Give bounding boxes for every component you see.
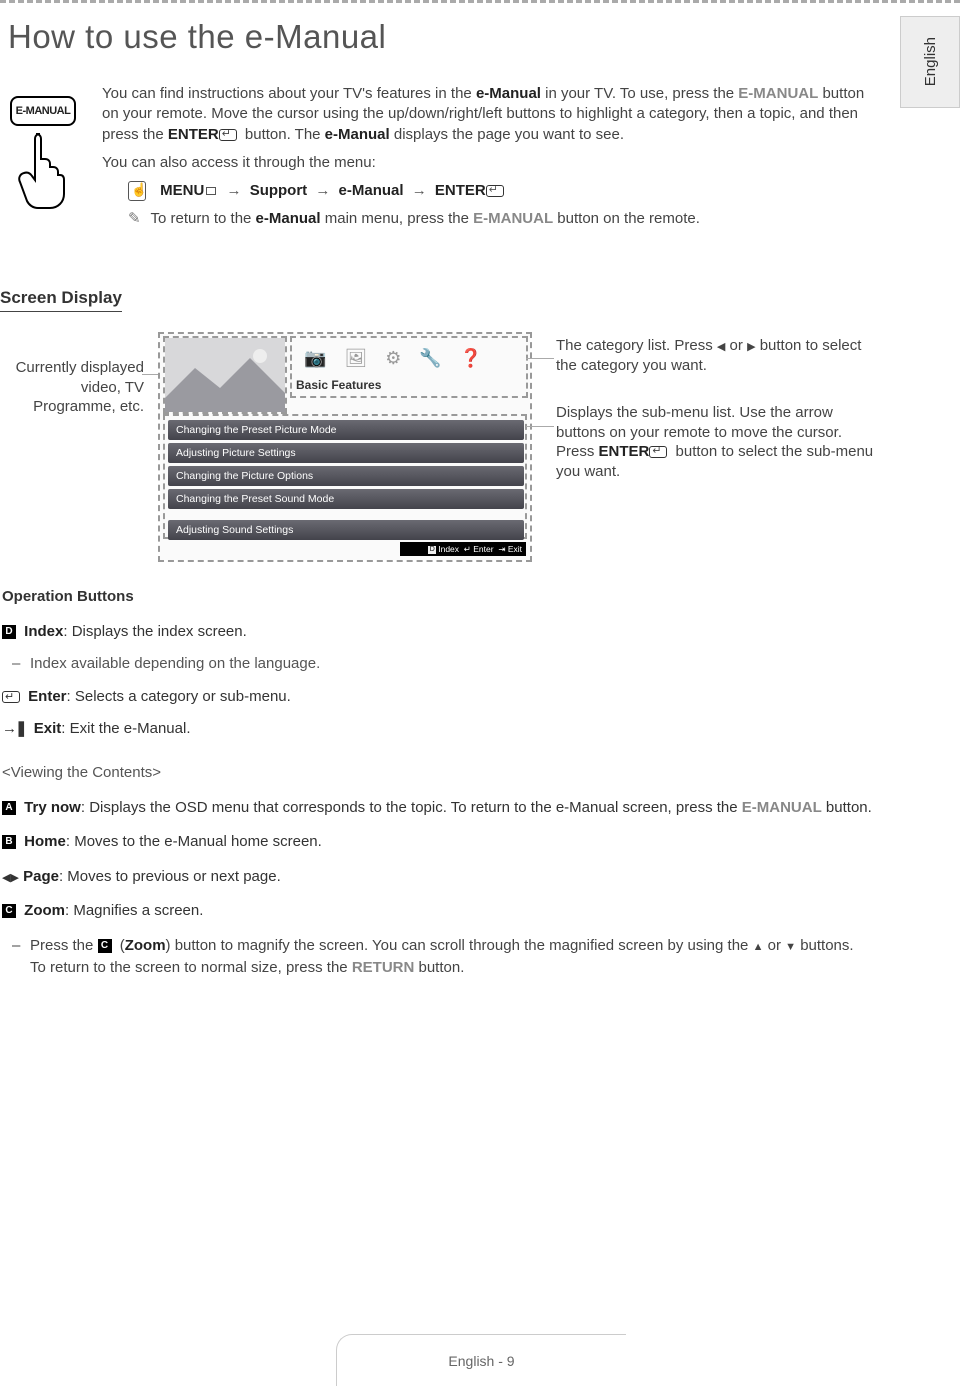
- op-index: D Index: Displays the index screen.: [2, 621, 872, 644]
- intro-text-block: You can find instructions about your TV'…: [102, 84, 874, 230]
- up-triangle-icon: ▲: [753, 941, 764, 953]
- e-manual-remote-illustration: E-MANUAL: [6, 96, 84, 226]
- e-manual-button-graphic: E-MANUAL: [10, 96, 76, 126]
- leader-line: [526, 426, 554, 427]
- submenu-item[interactable]: Adjusting Picture Settings: [168, 443, 524, 463]
- video-thumbnail-area: [165, 338, 285, 412]
- operation-buttons-section: Operation Buttons D Index: Displays the …: [2, 586, 872, 751]
- operation-buttons-heading: Operation Buttons: [2, 586, 872, 609]
- d-key-icon: D: [428, 546, 436, 554]
- return-note: ✎ To return to the e-Manual main menu, p…: [128, 209, 874, 229]
- hand-icon: [16, 130, 72, 210]
- menu-path: MENU → Support → e-Manual → ENTER: [128, 181, 874, 201]
- menu-grid-icon: [206, 187, 216, 195]
- submenu-item[interactable]: Changing the Picture Options: [168, 466, 524, 486]
- callout-category-list: The category list. Press ◀ or ▶ button t…: [556, 336, 876, 375]
- callout-right-block: The category list. Press ◀ or ▶ button t…: [556, 336, 876, 481]
- exit-key-icon: ⇥: [498, 544, 505, 554]
- vc-zoom: C Zoom: Magnifies a screen.: [2, 900, 872, 923]
- enter-icon: [649, 446, 667, 458]
- category-icon: ⚙: [385, 348, 401, 369]
- leader-line: [526, 358, 554, 359]
- category-icon: ❓: [460, 348, 482, 369]
- menu-icon: [128, 181, 146, 201]
- op-index-note: Index available depending on the languag…: [30, 653, 872, 676]
- op-enter: Enter: Selects a category or sub-menu.: [2, 686, 872, 709]
- op-exit: →❚ Exit: Exit the e-Manual.: [2, 718, 872, 741]
- a-key-icon: A: [2, 801, 16, 815]
- landscape-thumbnail-icon: [165, 338, 285, 412]
- enter-key-icon: ↵: [464, 544, 471, 554]
- page-title: How to use the e-Manual: [8, 18, 386, 56]
- language-tab-label: English: [922, 37, 939, 86]
- screen-footer-hints: DIndex ↵ Enter ⇥ Exit: [400, 542, 526, 556]
- vc-page: ◀▶ Page: Moves to previous or next page.: [2, 866, 872, 889]
- b-key-icon: B: [2, 835, 16, 849]
- language-tab: English: [900, 16, 960, 108]
- category-icons-row: 📷 🖼 ⚙ 🔧 ❓: [296, 342, 524, 374]
- vc-try-now: A Try now: Displays the OSD menu that co…: [2, 797, 872, 820]
- down-triangle-icon: ▼: [785, 941, 796, 953]
- exit-icon: →❚: [2, 720, 26, 737]
- right-triangle-icon: ▶: [747, 341, 755, 353]
- enter-icon: [2, 691, 20, 703]
- e-manual-button-label: E-MANUAL: [16, 105, 71, 117]
- section-screen-display: Screen Display: [0, 288, 122, 312]
- vc-zoom-detail: Press the C (Zoom) button to magnify the…: [30, 935, 872, 980]
- c-key-icon: C: [2, 904, 16, 918]
- note-icon: ✎: [128, 210, 141, 227]
- access-line: You can also access it through the menu:: [102, 153, 874, 173]
- viewing-contents-heading: <Viewing the Contents>: [2, 762, 872, 785]
- category-icon: 🖼: [344, 348, 367, 369]
- page-footer: English - 9: [336, 1334, 626, 1386]
- screen-display-figure: Currently displayed video, TV Programme,…: [0, 330, 880, 562]
- category-icon: 🔧: [419, 348, 441, 369]
- left-right-triangle-icon: ◀▶: [2, 872, 19, 884]
- submenu-item[interactable]: Changing the Preset Picture Mode: [168, 420, 524, 440]
- enter-icon: [486, 185, 504, 197]
- category-title: Basic Features: [296, 378, 381, 392]
- category-icon: 📷: [304, 348, 326, 369]
- page-top-dashed-rule: [0, 0, 960, 3]
- vc-home: B Home: Moves to the e-Manual home scree…: [2, 831, 872, 854]
- intro-paragraph: You can find instructions about your TV'…: [102, 84, 874, 145]
- d-key-icon: D: [2, 625, 16, 639]
- page-number: English - 9: [448, 1353, 514, 1369]
- submenu-item[interactable]: Changing the Preset Sound Mode: [168, 489, 524, 509]
- enter-icon: [219, 129, 237, 141]
- submenu-list: Changing the Preset Picture Mode Adjusti…: [168, 420, 524, 543]
- submenu-item[interactable]: Adjusting Sound Settings: [168, 520, 524, 540]
- callout-submenu-list: Displays the sub-menu list. Use the arro…: [556, 403, 876, 481]
- c-key-icon: C: [98, 939, 112, 953]
- callout-video-area: Currently displayed video, TV Programme,…: [6, 358, 144, 417]
- viewing-contents-section: <Viewing the Contents> A Try now: Displa…: [2, 762, 872, 992]
